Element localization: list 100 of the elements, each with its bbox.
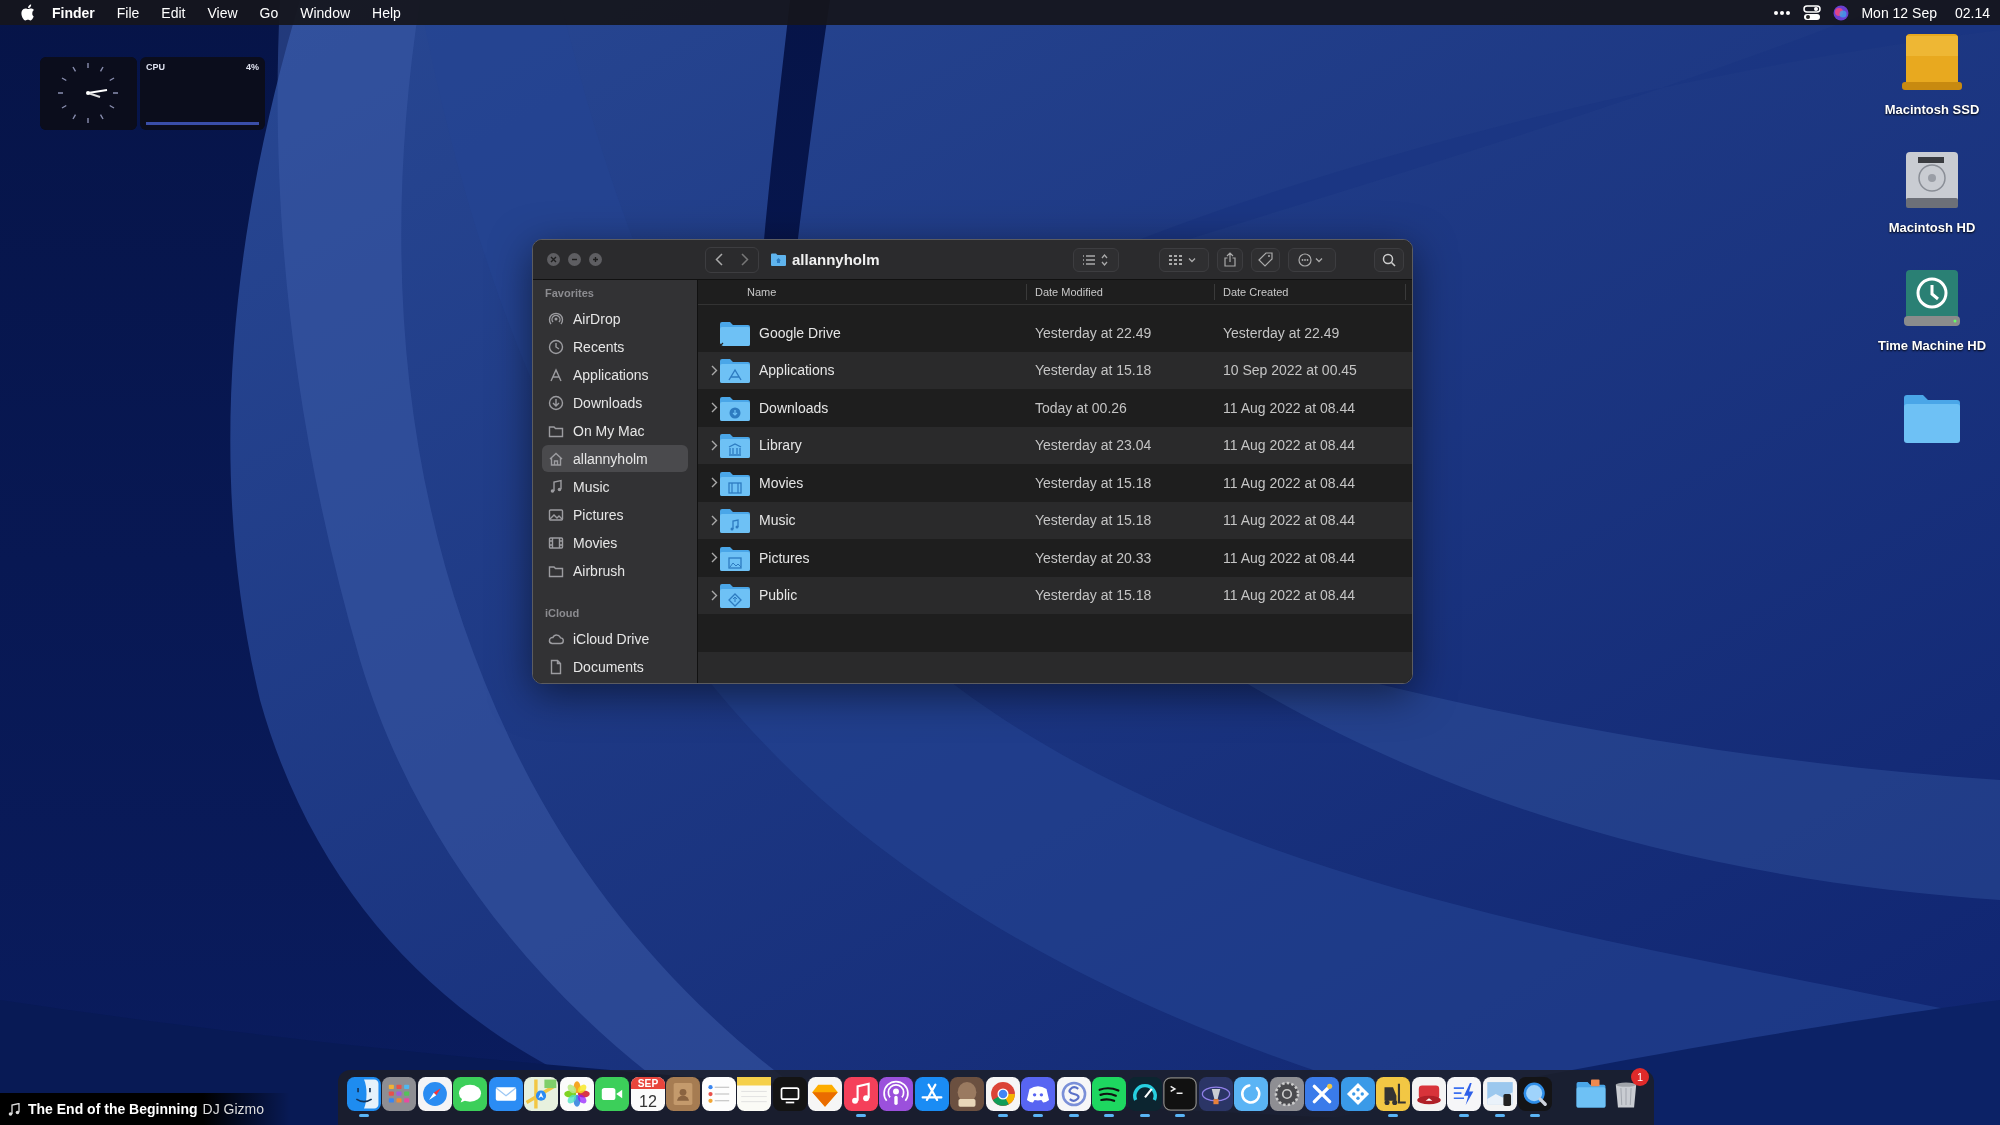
file-name[interactable]: Downloads: [759, 399, 829, 416]
checklist-icon[interactable]: [701, 1077, 736, 1111]
menu-item[interactable]: File: [105, 2, 151, 23]
file-name[interactable]: Public: [759, 587, 798, 604]
date-modified: Today at 00.26: [1034, 399, 1128, 416]
chat-bubble-icon[interactable]: [453, 1077, 488, 1111]
sound-waves-icon[interactable]: [1092, 1077, 1127, 1111]
menu-bar-date[interactable]: Mon 12 Sep: [1861, 4, 1937, 21]
desktop-icon-label[interactable]: Time Machine HD: [1877, 338, 1987, 353]
menu-item[interactable]: Help: [361, 2, 412, 23]
file-name[interactable]: Google Drive: [759, 324, 841, 341]
column-header[interactable]: Date Modified: [1027, 284, 1215, 300]
grid-icon[interactable]: [382, 1077, 417, 1111]
sidebar-item[interactable]: allannyholm: [542, 445, 688, 472]
app-store-icon[interactable]: [914, 1077, 949, 1111]
music-note-icon[interactable]: [843, 1077, 878, 1111]
column-header[interactable]: Name: [698, 284, 1027, 300]
disclosure-chevron-icon[interactable]: [711, 589, 718, 601]
desktop-icon-label[interactable]: Macintosh SSD: [1884, 102, 1980, 117]
podcast-icon[interactable]: [879, 1077, 914, 1111]
letter-ring-icon[interactable]: [1056, 1077, 1091, 1111]
apple-logo-icon[interactable]: [20, 4, 35, 21]
clock-icon: [548, 338, 564, 355]
minimize-button[interactable]: [568, 253, 581, 266]
list-view-button[interactable]: [1073, 247, 1119, 272]
column-header[interactable]: Date Created: [1215, 284, 1406, 300]
sidebar-item[interactable]: Documents: [542, 653, 688, 680]
terminal-icon[interactable]: [1163, 1077, 1198, 1111]
gear-icon[interactable]: [1269, 1077, 1304, 1111]
sidebar-item[interactable]: Applications: [542, 361, 688, 388]
disclosure-chevron-icon[interactable]: [711, 552, 718, 564]
toggle-switches-icon[interactable]: [1803, 4, 1822, 21]
photo-preview-icon[interactable]: [1482, 1077, 1517, 1111]
sidebar-item[interactable]: On My Mac: [542, 417, 688, 444]
sidebar-item[interactable]: Downloads: [542, 389, 688, 416]
sidebar-item[interactable]: Airbrush: [542, 557, 688, 584]
close-button[interactable]: [547, 253, 560, 266]
music-note-icon: [548, 478, 564, 495]
share-icon: [1224, 252, 1236, 267]
app-menu[interactable]: Finder: [41, 2, 106, 23]
zoom-button[interactable]: [589, 253, 602, 266]
diamond-dots-icon[interactable]: [1340, 1077, 1375, 1111]
speaker-icon[interactable]: [1198, 1077, 1233, 1111]
contact-book-icon[interactable]: [666, 1077, 701, 1111]
compass-icon[interactable]: [417, 1077, 452, 1111]
sidebar-item[interactable]: Recents: [542, 333, 688, 360]
desktop-icon-label[interactable]: Macintosh HD: [1888, 220, 1976, 235]
sidebar-item[interactable]: Music: [542, 473, 688, 500]
airdrop-icon: [548, 310, 564, 327]
ring-icon[interactable]: [1234, 1077, 1269, 1111]
disclosure-chevron-icon[interactable]: [711, 439, 718, 451]
notepad-icon[interactable]: [737, 1077, 772, 1111]
menu-item[interactable]: Edit: [150, 2, 197, 23]
smiley-icon[interactable]: [346, 1077, 381, 1111]
file-name[interactable]: Movies: [759, 474, 804, 491]
sidebar-item[interactable]: Movies: [542, 529, 688, 556]
menu-item[interactable]: Window: [289, 2, 362, 23]
file-name[interactable]: Applications: [759, 362, 835, 379]
sidebar-item[interactable]: AirDrop: [542, 305, 688, 332]
crossed-tools-icon[interactable]: [1305, 1077, 1340, 1111]
group-view-button[interactable]: [1159, 247, 1209, 272]
envelope-icon[interactable]: [488, 1077, 523, 1111]
photo-icon: [548, 506, 564, 523]
flower-icon[interactable]: [559, 1077, 594, 1111]
menu-item[interactable]: Go: [248, 2, 290, 23]
disclosure-chevron-icon[interactable]: [711, 477, 718, 489]
more-icon[interactable]: [1773, 9, 1792, 16]
file-name[interactable]: Library: [759, 437, 802, 454]
file-name[interactable]: Music: [759, 512, 796, 529]
machine-icon[interactable]: [1411, 1077, 1446, 1111]
map-icon[interactable]: [524, 1077, 559, 1111]
disclosure-chevron-icon[interactable]: [711, 364, 718, 376]
disclosure-chevron-icon[interactable]: [711, 514, 718, 526]
video-camera-icon[interactable]: [595, 1077, 630, 1111]
colorful-orb-icon[interactable]: [1833, 4, 1850, 21]
forklift-icon[interactable]: [1376, 1077, 1411, 1111]
calendar-tile[interactable]: SEP 12: [630, 1077, 665, 1111]
disclosure-chevron-icon[interactable]: [711, 402, 718, 414]
document-icon: [548, 658, 564, 675]
date-modified: Yesterday at 23.04: [1034, 437, 1153, 454]
gauge-icon[interactable]: [1127, 1077, 1162, 1111]
menu-item[interactable]: View: [196, 2, 249, 23]
share-button[interactable]: [1217, 247, 1243, 272]
tv-icon[interactable]: [772, 1077, 807, 1111]
lightning-icon[interactable]: [1447, 1077, 1482, 1111]
list-icon: [1083, 253, 1109, 266]
game-controller-icon[interactable]: [1021, 1077, 1056, 1111]
date-modified: Yesterday at 15.18: [1034, 587, 1153, 604]
search-button[interactable]: [1374, 247, 1404, 272]
magnifier-icon[interactable]: [1518, 1077, 1553, 1111]
artist-name[interactable]: DJ Gizmo: [202, 1101, 264, 1117]
tag-button[interactable]: [1251, 247, 1280, 272]
circle-ring-icon[interactable]: [985, 1077, 1020, 1111]
song-title[interactable]: The End of the Beginning: [28, 1101, 198, 1117]
menu-bar-time[interactable]: 02.14: [1954, 4, 1990, 21]
date-modified: Yesterday at 20.33: [1034, 549, 1153, 566]
sidebar-item[interactable]: iCloud Drive: [542, 625, 688, 652]
more-actions-button[interactable]: [1288, 247, 1336, 272]
sidebar-item[interactable]: Pictures: [542, 501, 688, 528]
file-name[interactable]: Pictures: [759, 549, 810, 566]
